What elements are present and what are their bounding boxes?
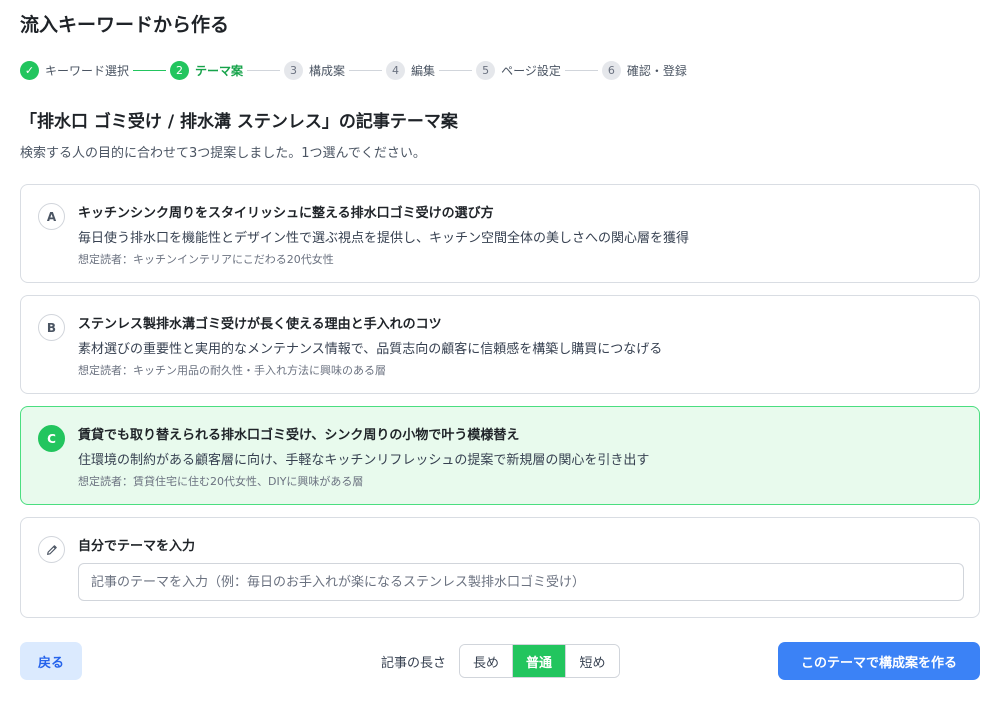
custom-theme-card[interactable]: 自分でテーマを入力 [20,517,980,618]
step-number: 5 [476,60,496,80]
section-title: 「排水口 ゴミ受け / 排水溝 ステンレス」の記事テーマ案 [20,112,458,132]
theme-option-a[interactable]: A キッチンシンク周りをスタイリッシュに整える排水口ゴミ受けの選び方 毎日使う排… [20,184,980,283]
step-number: 2 [170,60,190,80]
step-keyword-select[interactable]: ✓ キーワード選択 [20,60,130,80]
option-title: 賃貸でも取り替えられる排水口ゴミ受け、シンク周りの小物で叶う模様替え [78,428,520,443]
step-connector [349,69,383,71]
theme-option-b[interactable]: B ステンレス製排水溝ゴミ受けが長く使える理由と手入れのコツ 素材選びの重要性と… [20,295,980,394]
option-reader: 想定読者：賃貸住宅に住む20代女性、DIYに興味がある層 [78,475,364,488]
custom-theme-title: 自分でテーマを入力 [78,539,196,554]
step-connector [439,69,473,71]
option-reader: 想定読者：キッチン用品の耐久性・手入れ方法に興味のある層 [78,364,386,377]
length-long-button[interactable]: 長め [460,645,513,677]
step-number: 3 [284,60,304,80]
option-reader: 想定読者：キッチンインテリアにこだわる20代女性 [78,253,334,266]
option-description: 素材選びの重要性と実用的なメンテナンス情報で、品質志向の顧客に信頼感を構築し購買… [78,342,663,357]
create-outline-button[interactable]: このテーマで構成案を作る [778,642,980,680]
step-label: ページ設定 [501,63,561,78]
option-description: 毎日使う排水口を機能性とデザイン性で選ぶ視点を提供し、キッチン空間全体の美しさへ… [78,231,690,246]
step-connector [564,69,598,71]
theme-option-c[interactable]: C 賃貸でも取り替えられる排水口ゴミ受け、シンク周りの小物で叶う模様替え 住環境… [20,406,980,505]
progress-stepper: ✓ キーワード選択 2 テーマ案 3 構成案 4 編集 5 ページ設定 6 確認… [20,60,687,80]
step-label: キーワード選択 [45,63,130,78]
option-description: 住環境の制約がある顧客層に向け、手軽なキッチンリフレッシュの提案で新規層の関心を… [78,453,650,468]
step-confirm-register: 6 確認・登録 [601,60,687,80]
step-outline: 3 構成案 [284,60,346,80]
page-title: 流入キーワードから作る [20,14,230,36]
article-length-selector: 長め 普通 短め [459,644,620,678]
pencil-icon [38,536,65,563]
step-number: 4 [386,60,406,80]
step-theme[interactable]: 2 テーマ案 [170,60,244,80]
step-check-icon: ✓ [20,60,39,80]
option-badge: A [38,203,65,230]
step-page-settings: 5 ページ設定 [476,60,561,80]
step-label: 確認・登録 [626,63,687,78]
option-badge: C [38,425,65,452]
section-subtitle: 検索する人の目的に合わせて3つ提案しました。1つ選んでください。 [20,146,426,161]
step-label: テーマ案 [195,63,244,78]
step-label: 編集 [411,63,436,78]
option-title: ステンレス製排水溝ゴミ受けが長く使える理由と手入れのコツ [78,317,442,332]
step-edit: 4 編集 [386,60,436,80]
custom-theme-input[interactable] [78,563,964,601]
step-label: 構成案 [309,63,346,78]
back-button[interactable]: 戻る [20,642,82,680]
step-number: 6 [601,60,621,80]
step-connector [133,69,167,71]
option-badge: B [38,314,65,341]
option-title: キッチンシンク周りをスタイリッシュに整える排水口ゴミ受けの選び方 [78,206,494,221]
length-short-button[interactable]: 短め [566,645,619,677]
step-connector [247,69,281,71]
length-normal-button[interactable]: 普通 [513,645,566,677]
article-length-label: 記事の長さ [381,656,447,671]
